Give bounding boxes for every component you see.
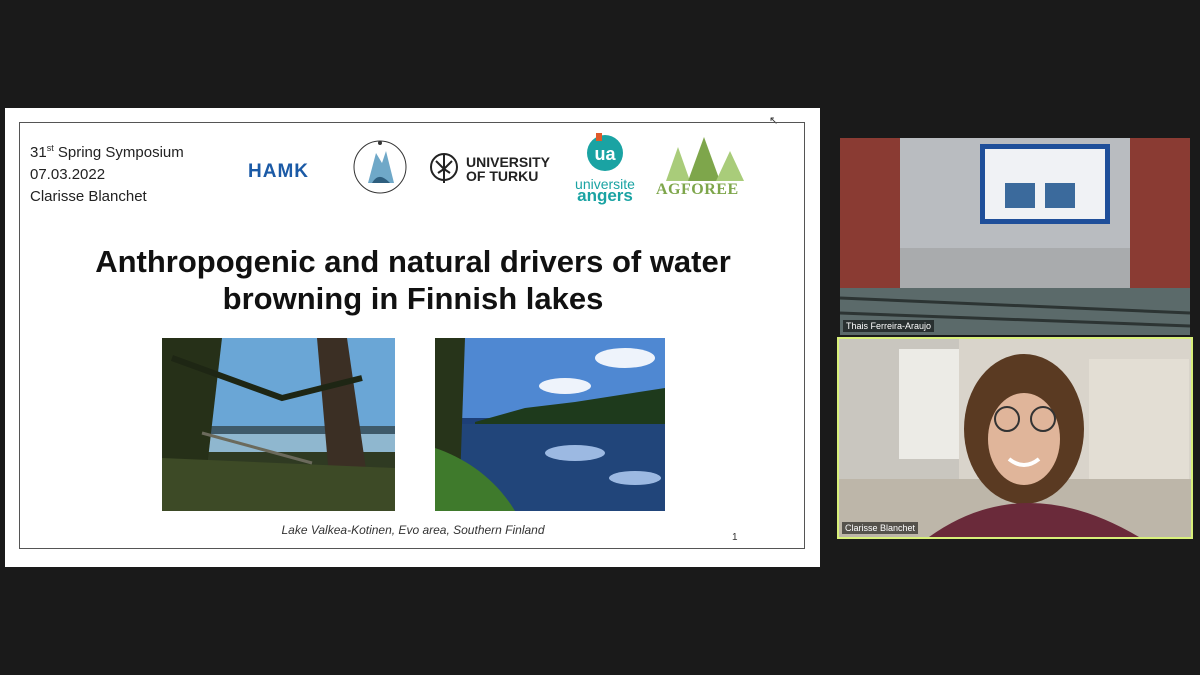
turku-line1: UNIVERSITY <box>466 154 551 170</box>
presentation-date: 07.03.2022 <box>30 166 106 183</box>
participant-name-label: Thais Ferreira-Araujo <box>843 320 935 332</box>
title-line-2: browning in Finnish lakes <box>222 281 604 316</box>
presenter-name: Clarisse Blanchet <box>30 188 147 205</box>
university-of-turku-logo: UNIVERSITY OF TURKU <box>428 151 550 187</box>
title-line-1: Anthropogenic and natural drivers of wat… <box>95 244 731 279</box>
active-speaker-video-tile[interactable]: Clarisse Blanchet <box>837 337 1193 539</box>
agforee-logo: AGFOREE <box>656 137 761 209</box>
slide: 31st Spring Symposium 07.03.2022 Clariss… <box>19 122 805 549</box>
agforee-text: AGFOREE <box>656 181 739 198</box>
universite-angers-logo: ua universite angers <box>570 131 640 211</box>
symposium-label: 31st Spring Symposium <box>30 143 184 161</box>
lammi-biological-station-logo <box>350 133 410 203</box>
svg-text:ua: ua <box>594 144 616 164</box>
lake-photo-reflection <box>435 338 665 511</box>
logo-row: HAMK UNIVERSITY OF TURKU ua universite a… <box>248 129 768 209</box>
slide-page-number: 1 <box>732 532 738 543</box>
participant-name-label: Clarisse Blanchet <box>842 522 919 534</box>
hamk-logo: HAMK <box>248 161 309 182</box>
angers-bottom-text: angers <box>577 186 633 205</box>
slide-meta: 31st Spring Symposium 07.03.2022 Clariss… <box>30 137 184 208</box>
participant-video-tile[interactable]: Thais Ferreira-Araujo <box>840 138 1190 335</box>
turku-line2: OF TURKU <box>466 168 539 184</box>
photo-caption: Lake Valkea-Kotinen, Evo area, Southern … <box>281 523 545 537</box>
lake-photo-forest <box>162 338 395 511</box>
shared-screen: ↖ 31st Spring Symposium 07.03.2022 Clari… <box>5 108 820 567</box>
slide-title: Anthropogenic and natural drivers of wat… <box>40 243 786 317</box>
